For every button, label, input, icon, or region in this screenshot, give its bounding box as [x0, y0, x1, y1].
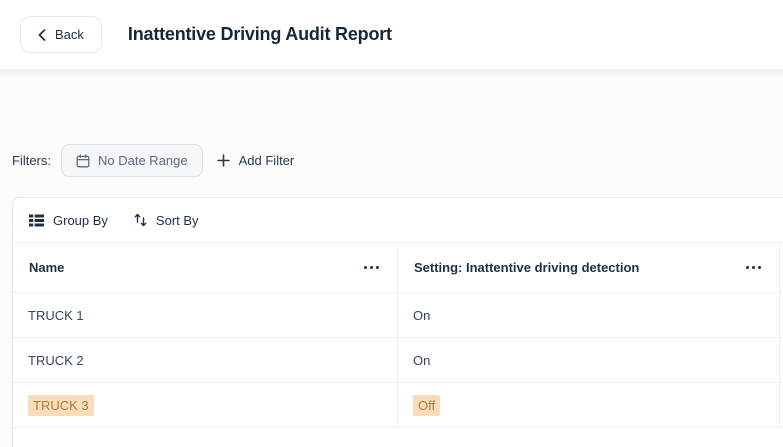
audit-table: Name Setting: Inattentive driving detect… [13, 243, 783, 428]
app-header: Back Inattentive Driving Audit Report [0, 0, 783, 70]
list-icon [29, 214, 44, 227]
table-toolbar: Group By Sort By [13, 198, 783, 243]
sort-by-label: Sort By [156, 213, 199, 228]
table-row-name-cell[interactable]: TRUCK 3 [13, 383, 397, 428]
chevron-left-icon [38, 29, 46, 41]
table-row-name-cell[interactable]: TRUCK 1 [13, 293, 397, 338]
column-header-name: Name [13, 243, 397, 293]
column-menu-ellipsis-icon[interactable] [744, 262, 763, 273]
table-row-setting-cell[interactable]: Off [397, 383, 779, 428]
filters-label: Filters: [12, 153, 51, 168]
arrows-up-down-icon [134, 213, 147, 227]
back-button-label: Back [55, 27, 84, 42]
column-header-setting: Setting: Inattentive driving detection [397, 243, 779, 293]
group-by-label: Group By [53, 213, 108, 228]
table-row-overflow-cell [779, 383, 783, 428]
group-by-button[interactable]: Group By [29, 213, 108, 228]
setting-value: Off [413, 395, 440, 416]
table-row-overflow-cell [779, 293, 783, 338]
vehicle-name: TRUCK 2 [28, 353, 84, 368]
sort-by-button[interactable]: Sort By [134, 213, 199, 228]
column-header-setting-label: Setting: Inattentive driving detection [414, 260, 639, 275]
calendar-icon [76, 154, 90, 168]
report-table-card: Group By Sort By Name Setting: Inattenti… [12, 197, 783, 447]
table-row-name-cell[interactable]: TRUCK 2 [13, 338, 397, 383]
back-button[interactable]: Back [20, 16, 102, 53]
page-title: Inattentive Driving Audit Report [128, 24, 392, 45]
add-filter-button[interactable]: Add Filter [203, 144, 309, 177]
column-header-overflow [779, 243, 783, 293]
plus-icon [217, 154, 230, 167]
filters-bar: Filters: No Date Range Add Filter [12, 144, 308, 177]
table-row-overflow-cell [779, 338, 783, 383]
column-header-name-label: Name [29, 260, 64, 275]
add-filter-label: Add Filter [239, 153, 295, 168]
setting-value: On [413, 308, 430, 323]
vehicle-name: TRUCK 3 [28, 395, 94, 416]
setting-value: On [413, 353, 430, 368]
vehicle-name: TRUCK 1 [28, 308, 84, 323]
table-row-setting-cell[interactable]: On [397, 338, 779, 383]
column-menu-ellipsis-icon[interactable] [362, 262, 381, 273]
table-row-setting-cell[interactable]: On [397, 293, 779, 338]
date-range-filter-label: No Date Range [98, 153, 188, 168]
date-range-filter-button[interactable]: No Date Range [61, 144, 203, 177]
